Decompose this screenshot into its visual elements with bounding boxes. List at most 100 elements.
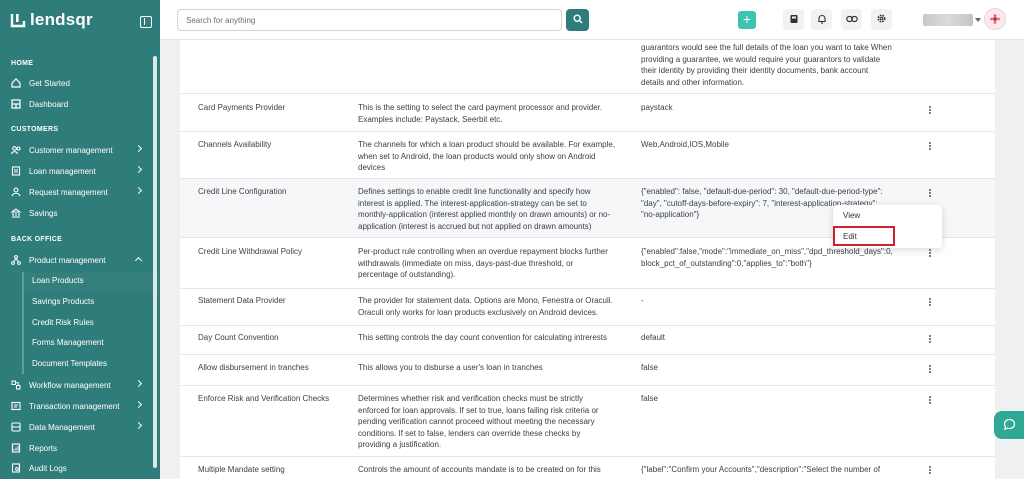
setting-value: paystack xyxy=(641,103,673,112)
sidebar-scrollbar[interactable] xyxy=(153,56,157,468)
sidebar-item-loan-management[interactable]: Loan management xyxy=(11,162,151,180)
sidebar-item-data-management[interactable]: Data Management xyxy=(11,418,151,436)
setting-value: {"label":"Confirm your Accounts","descri… xyxy=(641,465,881,474)
setting-description: This setting controls the day count conv… xyxy=(358,333,608,342)
lendsqr-logo-icon xyxy=(10,12,26,28)
chevron-right-icon xyxy=(134,400,143,409)
setting-value: Web,Android,IOS,Mobile xyxy=(641,140,729,149)
setting-value: false xyxy=(641,363,658,372)
sidebar-item-label: Data Management xyxy=(29,422,95,432)
setting-description: Controls the amount of accounts mandate … xyxy=(358,465,601,474)
setting-description: The provider for statement data. Options… xyxy=(358,296,613,317)
row-actions-kebab-icon[interactable] xyxy=(927,466,933,476)
search-button[interactable] xyxy=(566,9,589,31)
sidebar-item-request-management[interactable]: Request management xyxy=(11,183,151,201)
data-icon xyxy=(11,422,21,432)
table-row[interactable]: Day Count Convention This setting contro… xyxy=(180,326,995,355)
table-row[interactable]: Allow disbursement in tranches This allo… xyxy=(180,355,995,386)
chat-bubble-icon xyxy=(1003,418,1016,433)
sidebar-item-label: Dashboard xyxy=(29,99,69,109)
top-bar: + xyxy=(160,0,1024,40)
chat-support-button[interactable] xyxy=(994,411,1024,439)
request-icon xyxy=(11,187,21,197)
setting-value: false xyxy=(641,394,658,403)
setting-value: - xyxy=(641,296,644,305)
sidebar-item-label: Product management xyxy=(29,255,106,265)
brand-logo[interactable]: lendsqr xyxy=(10,10,93,30)
avatar[interactable] xyxy=(984,8,1006,30)
sidebar-item-label: Customer management xyxy=(29,145,113,155)
row-actions-kebab-icon[interactable] xyxy=(927,189,933,199)
home-icon xyxy=(11,78,21,88)
row-actions-kebab-icon[interactable] xyxy=(927,396,933,406)
audit-icon xyxy=(11,463,21,473)
sidebar-item-product-management[interactable]: Product management xyxy=(11,251,151,269)
add-button[interactable]: + xyxy=(738,11,756,29)
table-row[interactable]: Multiple Mandate setting Controls the am… xyxy=(180,457,995,479)
row-actions-kebab-icon[interactable] xyxy=(927,106,933,116)
sidebar-item-workflow-management[interactable]: Workflow management xyxy=(11,376,151,394)
chevron-right-icon xyxy=(134,379,143,388)
product-icon xyxy=(11,255,21,265)
caret-down-icon[interactable] xyxy=(975,18,981,22)
setting-name: Statement Data Provider xyxy=(198,296,286,305)
setting-value: guarantors would see the full details of… xyxy=(641,43,892,87)
submenu-item-document-templates[interactable]: Document Templates xyxy=(32,356,107,372)
notifications-button[interactable] xyxy=(811,9,832,30)
setting-name: Card Payments Provider xyxy=(198,103,286,112)
sidebar-item-customer-management[interactable]: Customer management xyxy=(11,141,151,159)
sidebar-item-transaction-management[interactable]: Transaction management xyxy=(11,397,151,415)
docs-button[interactable] xyxy=(783,9,804,30)
link-button[interactable] xyxy=(841,9,862,30)
sidebar-item-label: Reports xyxy=(29,443,58,453)
chevron-right-icon xyxy=(134,186,143,195)
table-row[interactable]: Enforce Risk and Verification Checks Det… xyxy=(180,386,995,457)
settings-button[interactable] xyxy=(871,9,892,30)
sidebar-item-label: Workflow management xyxy=(29,380,111,390)
sidebar-collapse-icon[interactable] xyxy=(140,16,152,28)
row-actions-kebab-icon[interactable] xyxy=(927,298,933,308)
savings-icon xyxy=(11,208,21,218)
sidebar-item-get-started[interactable]: Get Started xyxy=(11,74,151,92)
workflow-icon xyxy=(11,380,21,390)
chevron-right-icon xyxy=(134,165,143,174)
setting-name: Multiple Mandate setting xyxy=(198,465,285,474)
setting-name: Channels Availability xyxy=(198,140,272,149)
row-actions-kebab-icon[interactable] xyxy=(927,365,933,375)
sidebar-item-label: Loan management xyxy=(29,166,96,176)
chevron-right-icon xyxy=(134,421,143,430)
user-name-redacted[interactable] xyxy=(923,14,973,26)
menu-item-view[interactable]: View xyxy=(843,211,860,220)
table-row[interactable]: Card Payments Provider This is the setti… xyxy=(180,95,995,132)
setting-name: Credit Line Configuration xyxy=(198,187,287,196)
setting-name: Day Count Convention xyxy=(198,333,279,342)
sidebar-item-label: Savings xyxy=(29,208,58,218)
sidebar-item-savings[interactable]: Savings xyxy=(11,204,151,222)
setting-name: Credit Line Withdrawal Policy xyxy=(198,247,303,256)
chevron-up-icon xyxy=(134,256,143,265)
loan-product-settings-table: guarantors would see the full details of… xyxy=(180,40,995,479)
submenu-item-savings-products[interactable]: Savings Products xyxy=(32,294,94,310)
book-icon xyxy=(789,14,799,26)
row-actions-kebab-icon[interactable] xyxy=(927,142,933,152)
submenu-item-loan-products[interactable]: Loan Products xyxy=(32,273,84,289)
loan-icon xyxy=(11,166,21,176)
reports-icon xyxy=(11,443,21,453)
section-title-back-office: BACK OFFICE xyxy=(11,236,63,243)
sidebar-item-label: Request management xyxy=(29,187,108,197)
search-icon xyxy=(572,14,583,26)
sidebar-item-label: Get Started xyxy=(29,78,70,88)
sidebar-item-reports[interactable]: Reports xyxy=(11,439,151,457)
search-input[interactable] xyxy=(177,9,562,31)
submenu-item-forms-management[interactable]: Forms Management xyxy=(32,335,104,351)
row-actions-kebab-icon[interactable] xyxy=(927,249,933,259)
product-management-submenu: Loan Products Savings Products Credit Ri… xyxy=(22,272,152,374)
row-actions-kebab-icon[interactable] xyxy=(927,335,933,345)
table-row[interactable]: Statement Data Provider The provider for… xyxy=(180,289,995,326)
setting-description: Per-product rule controlling when an ove… xyxy=(358,247,608,279)
table-row[interactable]: Channels Availability The channels for w… xyxy=(180,132,995,179)
submenu-item-credit-risk-rules[interactable]: Credit Risk Rules xyxy=(32,315,94,331)
sidebar-item-dashboard[interactable]: Dashboard xyxy=(11,95,151,113)
sidebar-item-audit-logs[interactable]: Audit Logs xyxy=(11,459,151,477)
link-icon xyxy=(845,14,858,26)
